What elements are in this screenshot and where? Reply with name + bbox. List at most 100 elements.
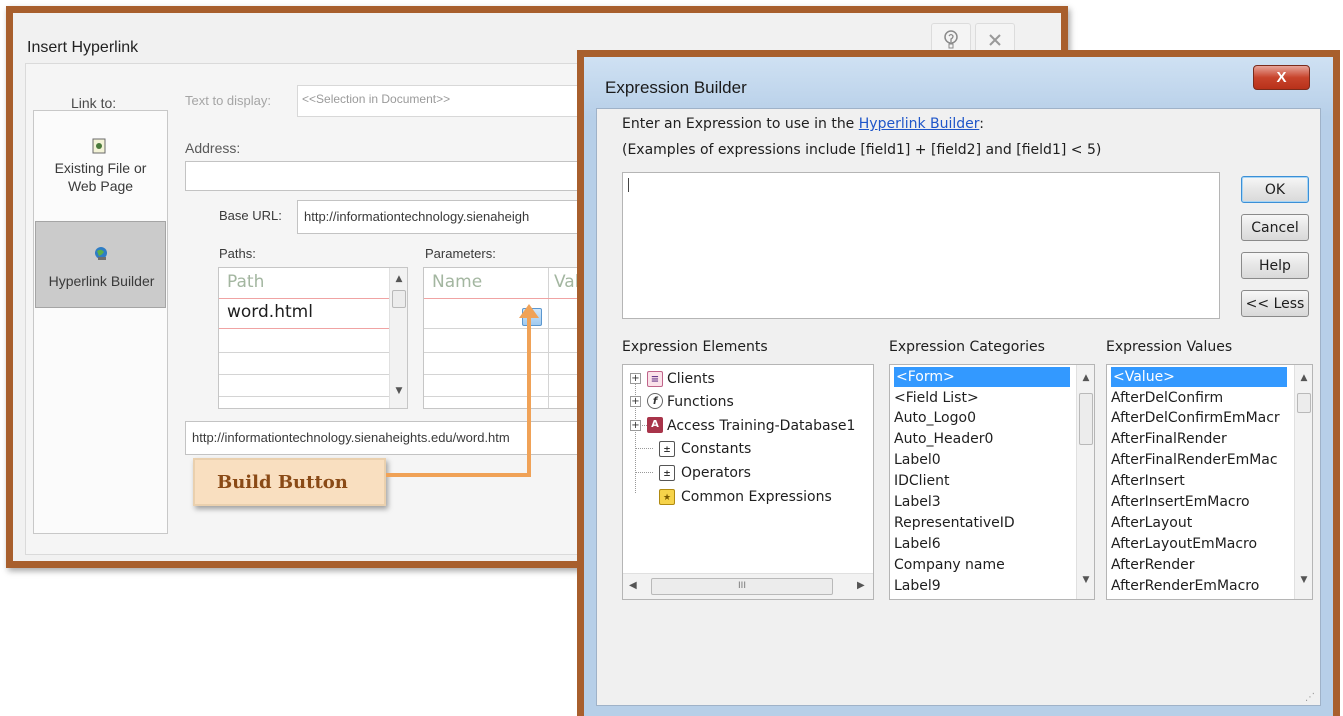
- value-item[interactable]: AfterFinalRenderEmMac: [1111, 450, 1278, 470]
- url-preview-field: http://informationtechnology.sienaheight…: [185, 421, 615, 455]
- tree-item-operators[interactable]: Operators: [681, 463, 751, 483]
- category-item[interactable]: <Form>: [894, 367, 1070, 387]
- tree-item-database[interactable]: Access Training-Database1: [667, 416, 855, 436]
- scroll-thumb[interactable]: [1297, 393, 1311, 413]
- text-to-display-field[interactable]: <<Selection in Document>>: [297, 85, 607, 117]
- expression-elements-tree[interactable]: + ≡ Clients + f Functions + A Access Tra…: [622, 364, 874, 600]
- existing-file-label-1: Existing File or: [54, 160, 147, 176]
- less-button[interactable]: << Less: [1241, 290, 1309, 317]
- value-item[interactable]: <Value>: [1111, 367, 1287, 387]
- expression-builder-dialog: Expression Builder X Enter an Expression…: [577, 50, 1340, 716]
- resize-grip-icon[interactable]: ⋰: [1305, 693, 1315, 703]
- scroll-left-icon[interactable]: ◀: [629, 580, 637, 591]
- hyperlink-builder-link[interactable]: Hyperlink Builder: [859, 116, 980, 132]
- category-item[interactable]: Label0: [894, 450, 941, 470]
- category-item[interactable]: Auto_Header0: [894, 429, 993, 449]
- common-expressions-icon: ★: [659, 489, 675, 505]
- existing-file-label-2: Web Page: [67, 178, 134, 194]
- scroll-down-icon[interactable]: ▼: [1077, 575, 1094, 585]
- expression-builder-client: Enter an Expression to use in the Hyperl…: [596, 108, 1321, 706]
- expression-input[interactable]: [622, 172, 1220, 319]
- value-item[interactable]: AfterLayoutEmMacro: [1111, 534, 1257, 554]
- form-icon: ≡: [647, 371, 663, 387]
- value-item[interactable]: AfterRender: [1111, 555, 1194, 575]
- access-database-icon: A: [647, 417, 663, 433]
- value-item[interactable]: AfterLayout: [1111, 513, 1192, 533]
- category-item[interactable]: Auto_Logo0: [894, 408, 976, 428]
- expand-icon[interactable]: +: [630, 373, 641, 384]
- value-item[interactable]: AfterDelConfirm: [1111, 388, 1223, 408]
- tree-item-functions[interactable]: Functions: [667, 392, 734, 412]
- parameters-label: Parameters:: [425, 246, 496, 261]
- base-url-label: Base URL:: [219, 208, 282, 223]
- scroll-up-icon[interactable]: ▲: [1077, 373, 1094, 383]
- scroll-up-icon[interactable]: ▲: [1295, 373, 1312, 383]
- expression-values-label: Expression Values: [1106, 339, 1233, 355]
- prompt-prefix: Enter an Expression to use in the: [622, 116, 859, 132]
- hscroll-thumb[interactable]: III: [651, 578, 833, 595]
- tree-item-common-expressions[interactable]: Common Expressions: [681, 487, 832, 507]
- path-cell[interactable]: word.html: [227, 302, 313, 322]
- link-to-hyperlink-builder[interactable]: Hyperlink Builder: [35, 221, 166, 308]
- category-item[interactable]: Label6: [894, 534, 941, 554]
- callout-line-horizontal: [386, 473, 531, 477]
- scroll-thumb[interactable]: [392, 290, 406, 308]
- categories-scrollbar[interactable]: ▲ ▼: [1076, 365, 1094, 599]
- tree-item-constants[interactable]: Constants: [681, 439, 751, 459]
- existing-file-icon: [90, 137, 110, 155]
- category-item[interactable]: RepresentativeID: [894, 513, 1015, 533]
- link-to-label: Link to:: [71, 95, 117, 111]
- value-item[interactable]: AfterDelConfirmEmMacr: [1111, 408, 1280, 428]
- expand-icon[interactable]: +: [630, 396, 641, 407]
- elements-hscrollbar[interactable]: ◀ III ▶: [623, 573, 873, 599]
- value-item[interactable]: AfterInsertEmMacro: [1111, 492, 1250, 512]
- base-url-field[interactable]: http://informationtechnology.sienaheigh: [297, 200, 607, 234]
- close-icon[interactable]: X: [1253, 65, 1310, 90]
- prompt-suffix: :: [979, 116, 985, 132]
- scroll-down-icon[interactable]: ▼: [1295, 575, 1312, 585]
- cancel-button[interactable]: Cancel: [1241, 214, 1309, 241]
- path-column-header: Path: [227, 272, 265, 292]
- text-to-display-label: Text to display:: [185, 93, 271, 108]
- category-item[interactable]: Label3: [894, 492, 941, 512]
- operators-icon: ±: [659, 465, 675, 481]
- scroll-down-icon[interactable]: ▼: [390, 386, 407, 396]
- paths-scrollbar[interactable]: ▲ ▼: [389, 268, 407, 408]
- tree-item-clients[interactable]: Clients: [667, 369, 715, 389]
- value-item[interactable]: AfterFinalRender: [1111, 429, 1227, 449]
- callout-arrow-icon: [519, 304, 539, 318]
- function-icon: f: [647, 393, 663, 409]
- expression-examples: (Examples of expressions include [field1…: [622, 142, 1102, 158]
- callout-line-vertical: [527, 316, 531, 477]
- ok-button[interactable]: OK: [1241, 176, 1309, 203]
- expression-values-list[interactable]: <Value> AfterDelConfirm AfterDelConfirmE…: [1106, 364, 1313, 600]
- expression-elements-label: Expression Elements: [622, 339, 768, 355]
- value-item[interactable]: AfterRenderEmMacro: [1111, 576, 1259, 596]
- name-column-header: Name: [432, 272, 483, 292]
- expression-categories-label: Expression Categories: [889, 339, 1045, 355]
- category-item[interactable]: IDClient: [894, 471, 949, 491]
- value-item[interactable]: AfterInsert: [1111, 471, 1185, 491]
- category-item[interactable]: Label9: [894, 576, 941, 596]
- build-button-callout: Build Button: [193, 458, 386, 506]
- scroll-thumb[interactable]: [1079, 393, 1093, 445]
- paths-label: Paths:: [219, 246, 256, 261]
- text-cursor: [628, 178, 629, 192]
- category-item[interactable]: <Field List>: [894, 388, 979, 408]
- address-field[interactable]: [185, 161, 605, 191]
- category-item[interactable]: Company name: [894, 555, 1005, 575]
- expand-icon[interactable]: +: [630, 420, 641, 431]
- address-label: Address:: [185, 140, 241, 156]
- constants-icon: ±: [659, 441, 675, 457]
- expression-builder-title: Expression Builder: [605, 78, 747, 97]
- link-to-existing-file[interactable]: Existing File or Web Page: [34, 159, 167, 195]
- values-scrollbar[interactable]: ▲ ▼: [1294, 365, 1312, 599]
- expression-builder-chrome: Expression Builder X Enter an Expression…: [584, 57, 1333, 716]
- paths-grid[interactable]: Path word.html ▲ ▼: [218, 267, 408, 409]
- help-button[interactable]: Help: [1241, 252, 1309, 279]
- expression-prompt: Enter an Expression to use in the Hyperl…: [622, 116, 984, 132]
- globe-icon: [92, 244, 110, 262]
- scroll-right-icon[interactable]: ▶: [857, 580, 865, 591]
- scroll-up-icon[interactable]: ▲: [390, 274, 407, 284]
- expression-categories-list[interactable]: <Form> <Field List> Auto_Logo0 Auto_Head…: [889, 364, 1095, 600]
